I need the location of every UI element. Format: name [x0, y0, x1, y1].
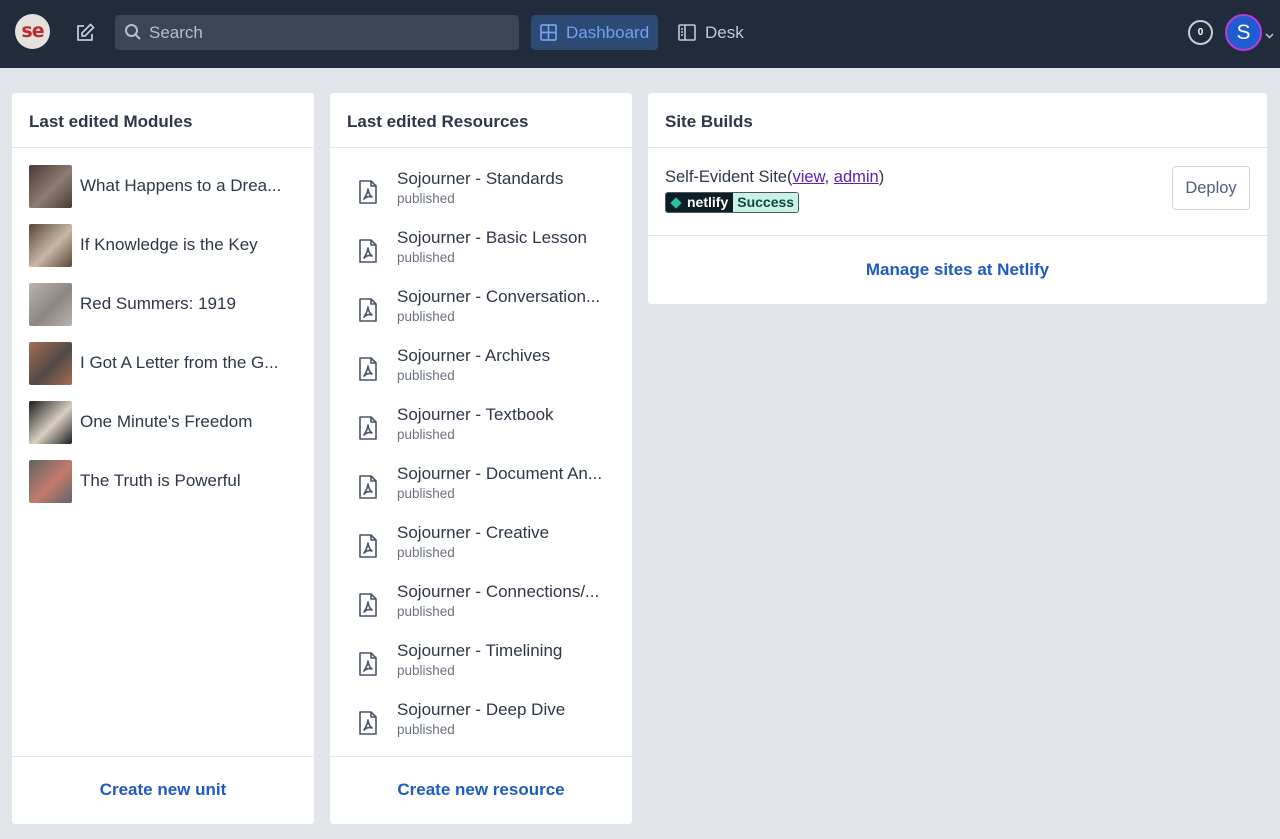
resource-item[interactable]: Sojourner - Document An... published: [356, 464, 616, 514]
pdf-file-icon: [356, 238, 380, 264]
pdf-file-icon: [356, 297, 380, 323]
module-item[interactable]: If Knowledge is the Key: [29, 224, 299, 268]
pdf-file-icon: [356, 474, 380, 500]
site-view-link[interactable]: view: [792, 168, 824, 186]
module-thumbnail: [29, 460, 72, 503]
module-thumbnail: [29, 401, 72, 444]
site-name: Self-Evident Site(view, admin): [665, 168, 885, 186]
pdf-file-icon: [356, 592, 380, 618]
netlify-status-badge: netlify Success: [665, 192, 800, 213]
module-thumbnail: [29, 165, 72, 208]
user-avatar[interactable]: S: [1225, 14, 1262, 51]
resource-status: published: [397, 250, 455, 265]
resource-title: Sojourner - Standards: [397, 169, 564, 188]
pdf-file-icon: [356, 415, 380, 441]
module-title: One Minute's Freedom: [80, 412, 253, 431]
badge-provider: netlify: [687, 194, 729, 210]
dashboard-icon: [540, 24, 557, 41]
site-build-row: Self-Evident Site(view, admin) netlify S…: [648, 149, 1267, 236]
module-title: What Happens to a Drea...: [80, 176, 282, 195]
resources-card-title: Last edited Resources: [330, 93, 632, 148]
module-title: If Knowledge is the Key: [80, 235, 258, 254]
search-bar[interactable]: [115, 15, 519, 50]
resource-title: Sojourner - Document An...: [397, 464, 603, 483]
nav-dashboard-label: Dashboard: [566, 23, 650, 42]
nav-desk-label: Desk: [705, 23, 744, 42]
resource-item[interactable]: Sojourner - Conversation... published: [356, 287, 616, 337]
resource-status: published: [397, 427, 455, 442]
top-navbar: se Dashboard Desk 0 S: [0, 0, 1280, 68]
resource-status: published: [397, 604, 455, 619]
search-input[interactable]: [149, 15, 509, 50]
desk-icon: [678, 24, 696, 41]
resources-card: Last edited Resources Sojourner - Standa…: [330, 93, 632, 824]
module-thumbnail: [29, 283, 72, 326]
chevron-down-icon[interactable]: [1265, 27, 1274, 39]
resource-title: Sojourner - Creative: [397, 523, 550, 542]
pdf-file-icon: [356, 356, 380, 382]
site-admin-link[interactable]: admin: [834, 168, 879, 186]
module-item[interactable]: One Minute's Freedom: [29, 401, 299, 445]
edit-icon[interactable]: [72, 20, 98, 46]
resource-status: published: [397, 368, 455, 383]
resource-title: Sojourner - Timelining: [397, 641, 563, 660]
site-builds-title: Site Builds: [648, 93, 1267, 148]
pdf-file-icon: [356, 179, 380, 205]
resource-status: published: [397, 486, 455, 501]
search-icon: [124, 23, 142, 41]
module-title: Red Summers: 1919: [80, 294, 236, 313]
notifications-badge[interactable]: 0: [1188, 20, 1213, 45]
pdf-file-icon: [356, 710, 380, 736]
resource-item[interactable]: Sojourner - Archives published: [356, 346, 616, 396]
resource-item[interactable]: Sojourner - Standards published: [356, 169, 616, 219]
resource-title: Sojourner - Deep Dive: [397, 700, 566, 719]
netlify-logo-icon: [670, 196, 682, 209]
resource-item[interactable]: Sojourner - Deep Dive published: [356, 700, 616, 750]
site-builds-card: Site Builds Self-Evident Site(view, admi…: [648, 93, 1267, 304]
module-title: The Truth is Powerful: [80, 471, 241, 490]
module-item[interactable]: I Got A Letter from the G...: [29, 342, 299, 386]
nav-dashboard[interactable]: Dashboard: [531, 15, 658, 50]
resource-status: published: [397, 663, 455, 678]
create-resource-button[interactable]: Create new resource: [330, 756, 632, 824]
resource-status: published: [397, 309, 455, 324]
module-thumbnail: [29, 342, 72, 385]
module-title: I Got A Letter from the G...: [80, 353, 279, 372]
module-item[interactable]: Red Summers: 1919: [29, 283, 299, 327]
resource-title: Sojourner - Connections/...: [397, 582, 600, 601]
resource-item[interactable]: Sojourner - Timelining published: [356, 641, 616, 691]
module-item[interactable]: The Truth is Powerful: [29, 460, 299, 504]
resource-status: published: [397, 191, 455, 206]
nav-desk[interactable]: Desk: [670, 15, 760, 50]
resource-title: Sojourner - Conversation...: [397, 287, 601, 306]
pdf-file-icon: [356, 533, 380, 559]
modules-card-title: Last edited Modules: [12, 93, 314, 148]
site-name-text: Self-Evident Site: [665, 168, 787, 186]
manage-sites-link[interactable]: Manage sites at Netlify: [648, 237, 1267, 304]
pdf-file-icon: [356, 651, 380, 677]
module-item[interactable]: What Happens to a Drea...: [29, 165, 299, 209]
resource-item[interactable]: Sojourner - Creative published: [356, 523, 616, 573]
modules-card: Last edited Modules What Happens to a Dr…: [12, 93, 314, 824]
badge-status: Success: [733, 193, 799, 212]
resource-item[interactable]: Sojourner - Connections/... published: [356, 582, 616, 632]
module-thumbnail: [29, 224, 72, 267]
resource-status: published: [397, 722, 455, 737]
resource-status: published: [397, 545, 455, 560]
resource-title: Sojourner - Archives: [397, 346, 551, 365]
resource-title: Sojourner - Textbook: [397, 405, 554, 424]
resource-item[interactable]: Sojourner - Basic Lesson published: [356, 228, 616, 278]
app-logo[interactable]: se: [15, 14, 50, 49]
resource-item[interactable]: Sojourner - Textbook published: [356, 405, 616, 455]
resource-title: Sojourner - Basic Lesson: [397, 228, 587, 247]
deploy-button[interactable]: Deploy: [1172, 166, 1250, 210]
create-unit-button[interactable]: Create new unit: [12, 756, 314, 824]
